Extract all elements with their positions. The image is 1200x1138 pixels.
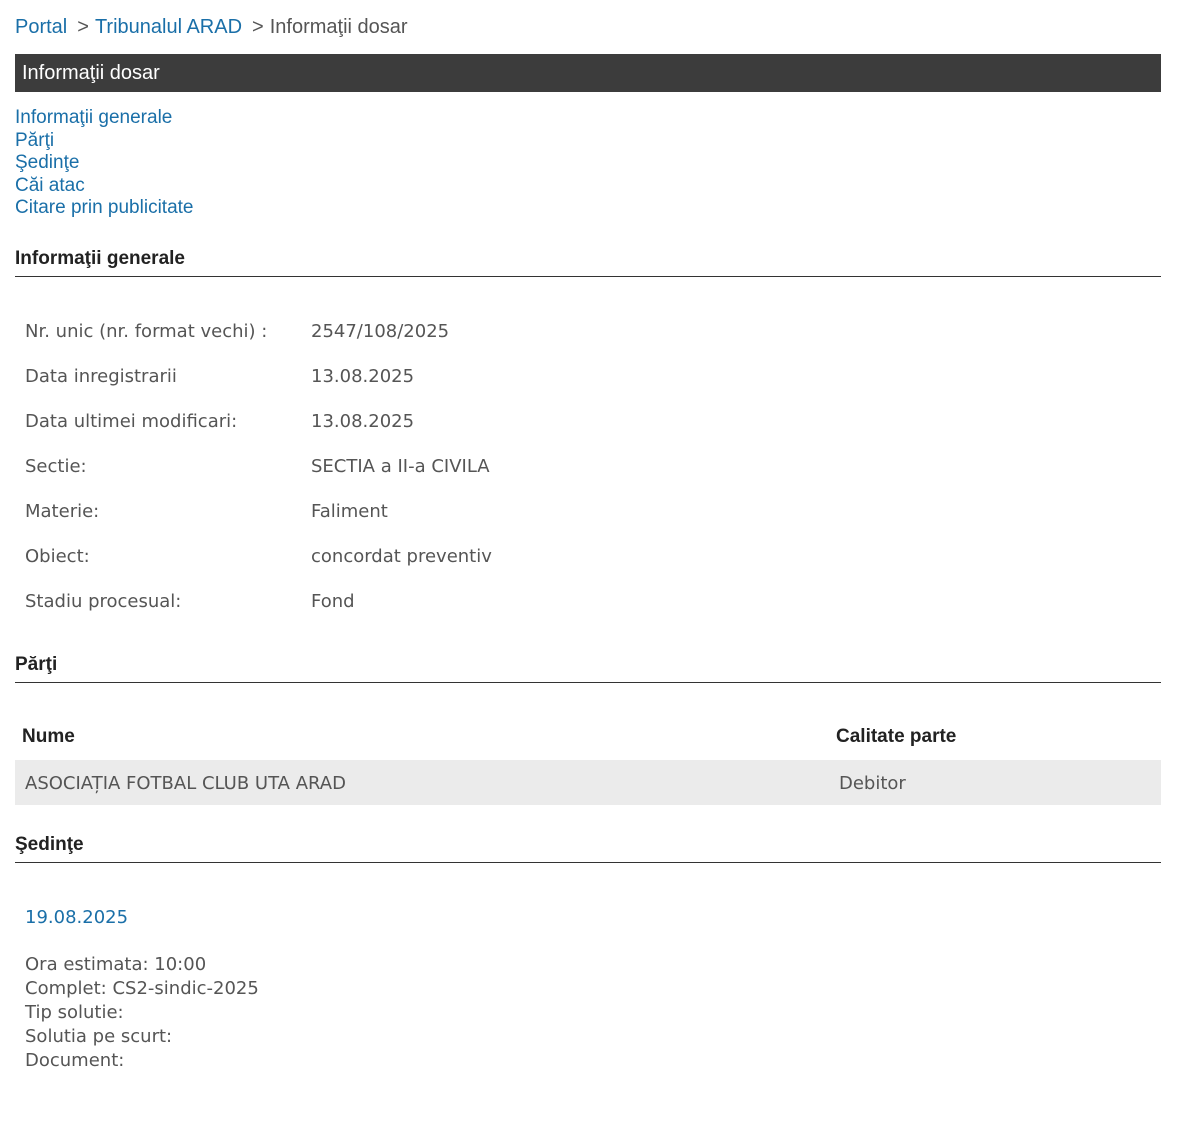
nav-link-cai-atac[interactable]: Căi atac [15,175,193,198]
section-nav: Informaţii generale Părţi Şedinţe Căi at… [15,107,193,220]
info-label: Materie: [25,501,100,522]
breadcrumb-separator: > [77,16,89,38]
nav-link-sedinte[interactable]: Şedinţe [15,152,193,175]
column-header-nume: Nume [22,726,75,747]
info-label: Obiect: [25,546,90,567]
sedinta-complet: Complet: CS2-sindic-2025 [25,978,259,999]
info-value: 13.08.2025 [311,411,415,432]
info-value: Fond [311,591,355,612]
info-label: Data ultimei modificari: [25,411,238,432]
info-label: Sectie: [25,456,87,477]
info-value: 13.08.2025 [311,366,415,387]
nav-link-parti[interactable]: Părţi [15,130,193,153]
info-value: Faliment [311,501,388,522]
sedinta-ora-estimata: Ora estimata: 10:00 [25,954,207,975]
column-header-calitate-parte: Calitate parte [836,726,957,747]
breadcrumb-current: Informaţii dosar [269,16,408,38]
sedinta-date-link[interactable]: 19.08.2025 [25,907,128,928]
page-title-bar: Informaţii dosar [15,54,1161,92]
breadcrumb-court-link[interactable]: Tribunalul ARAD [95,16,242,38]
parti-table-header: Nume Calitate parte [15,716,1161,760]
section-header-sedinte: Şedinţe [15,834,1161,863]
info-value: concordat preventiv [311,546,492,567]
breadcrumb-separator: > [252,16,264,38]
sedinta-details: Ora estimata: 10:00 Complet: CS2-sindic-… [25,953,259,1073]
nav-link-citare-prin-publicitate[interactable]: Citare prin publicitate [15,197,193,220]
nav-link-informatii-generale[interactable]: Informaţii generale [15,107,193,130]
info-label: Stadiu procesual: [25,591,182,612]
info-label: Data inregistrarii [25,366,177,387]
sedinta-solutia-pe-scurt: Solutia pe scurt: [25,1026,173,1047]
section-title-parti: Părţi [15,654,58,675]
info-value: SECTIA a II-a CIVILA [311,456,490,477]
breadcrumb-portal-link[interactable]: Portal [15,16,67,38]
sedinta-tip-solutie: Tip solutie: [25,1002,124,1023]
info-label: Nr. unic (nr. format vechi) : [25,321,268,342]
table-row: ASOCIAȚIA FOTBAL CLUB UTA ARAD Debitor [15,760,1161,805]
info-value: 2547/108/2025 [311,321,450,342]
parti-table: Nume Calitate parte ASOCIAȚIA FOTBAL CLU… [15,716,1161,805]
section-title-sedinte: Şedinţe [15,834,84,855]
section-header-general: Informaţii generale [15,248,1161,277]
sedinta-document: Document: [25,1050,125,1071]
section-header-parti: Părţi [15,654,1161,683]
breadcrumb: Portal > Tribunalul ARAD > Informaţii dosar [15,16,408,39]
party-role-cell: Debitor [839,773,906,794]
party-name-cell: ASOCIAȚIA FOTBAL CLUB UTA ARAD [25,773,346,794]
page-title: Informaţii dosar [22,62,160,84]
section-title-general: Informaţii generale [15,248,185,269]
